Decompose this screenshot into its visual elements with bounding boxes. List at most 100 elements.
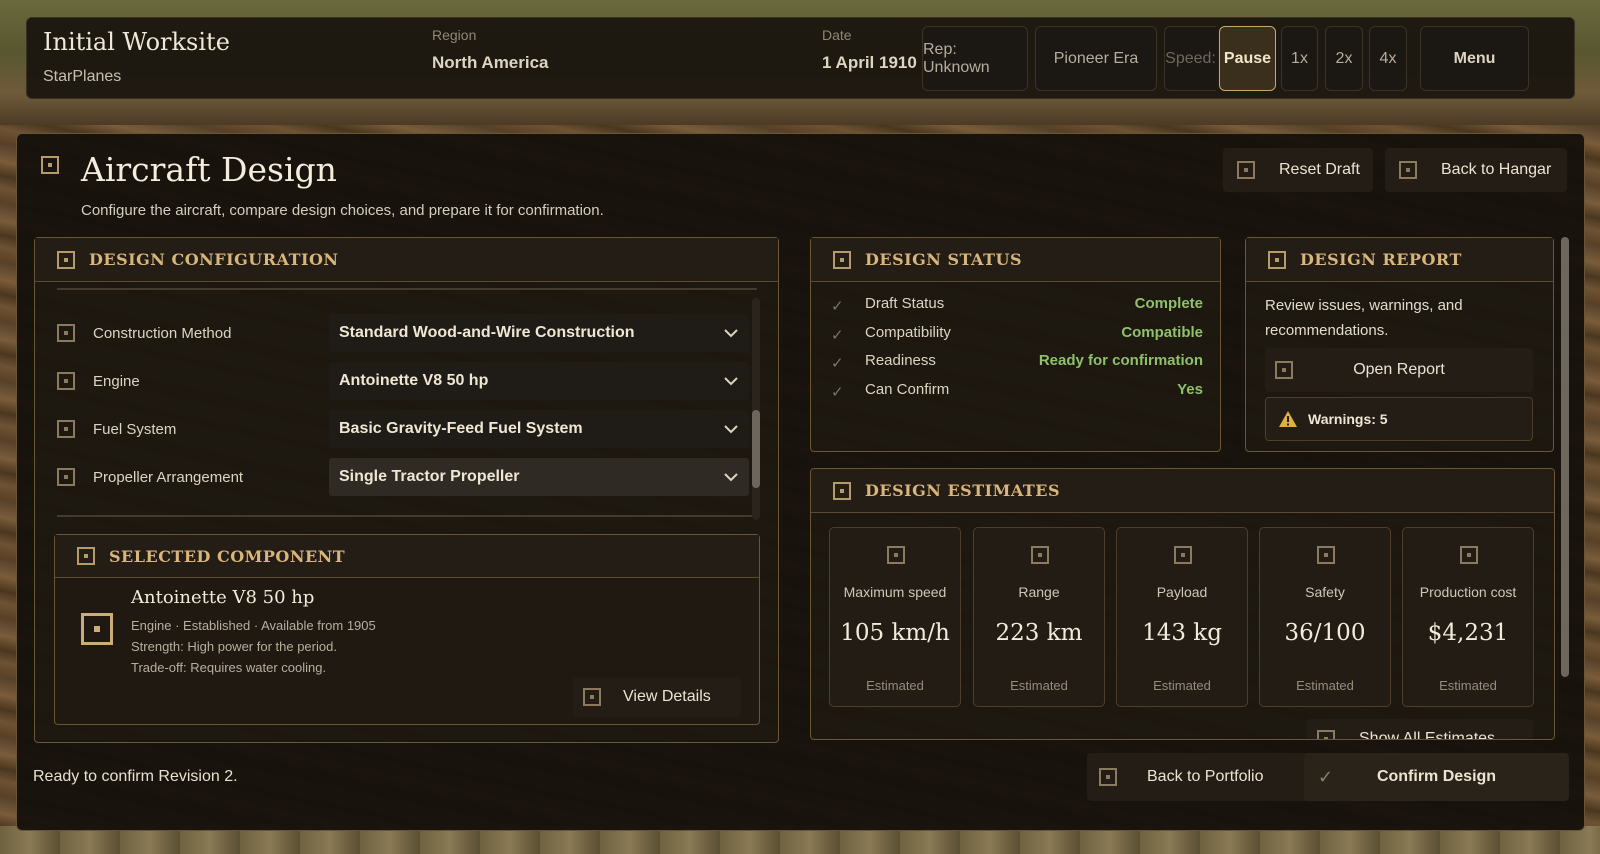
status-label: Readiness bbox=[865, 352, 936, 369]
engine-large-icon bbox=[81, 613, 113, 645]
main-scroll-thumb[interactable] bbox=[1561, 237, 1569, 677]
status-icon bbox=[833, 250, 851, 269]
design-report-panel: DESIGN REPORT Review issues, warnings, a… bbox=[1245, 237, 1554, 452]
report-title: DESIGN REPORT bbox=[1300, 250, 1462, 269]
estimate-note: Estimated bbox=[1153, 678, 1211, 693]
construction-select[interactable]: Standard Wood-and-Wire Construction bbox=[329, 314, 749, 352]
estimate-note: Estimated bbox=[1010, 678, 1068, 693]
page-subtitle: Configure the aircraft, compare design c… bbox=[81, 202, 604, 219]
status-value: Complete bbox=[1134, 295, 1203, 312]
status-row-can-confirm: ✓ Can Confirm Yes bbox=[831, 381, 1203, 405]
main-scrollbar[interactable] bbox=[1561, 237, 1569, 677]
page-title: Aircraft Design bbox=[81, 150, 337, 189]
show-all-estimates-button[interactable]: Show All Estimates bbox=[1307, 719, 1533, 739]
estimate-name: Safety bbox=[1305, 584, 1345, 600]
estimate-value: 105 km/h bbox=[840, 620, 950, 646]
chevron-down-icon bbox=[724, 329, 738, 338]
estimates-all-icon bbox=[1317, 730, 1335, 739]
confirm-design-button[interactable]: ✓ Confirm Design bbox=[1304, 753, 1569, 801]
design-configuration-panel: DESIGN CONFIGURATION Construction Method… bbox=[34, 237, 779, 743]
construction-icon bbox=[57, 324, 75, 342]
menu-button[interactable]: Menu bbox=[1420, 26, 1529, 91]
estimate-name: Range bbox=[1018, 584, 1060, 600]
open-report-button[interactable]: Open Report bbox=[1265, 348, 1533, 392]
engine-value: Antoinette V8 50 hp bbox=[339, 372, 489, 389]
reset-draft-button[interactable]: Reset Draft bbox=[1223, 148, 1373, 192]
speed-1x-button[interactable]: 1x bbox=[1281, 26, 1318, 91]
config-list: Construction Method Standard Wood-and-Wi… bbox=[35, 283, 780, 523]
estimate-value: 223 km bbox=[995, 620, 1083, 646]
component-strength: Strength: High power for the period. bbox=[131, 639, 337, 654]
region-value: North America bbox=[432, 53, 549, 72]
safety-icon bbox=[1317, 546, 1335, 564]
speed-label: Speed: bbox=[1164, 26, 1216, 91]
estimate-note: Estimated bbox=[1296, 678, 1354, 693]
component-tradeoff: Trade-off: Requires water cooling. bbox=[131, 660, 327, 675]
status-value: Compatible bbox=[1121, 324, 1203, 341]
selected-component-panel: SELECTED COMPONENT Antoinette V8 50 hp E… bbox=[54, 534, 760, 725]
estimate-value: $4,231 bbox=[1427, 620, 1509, 646]
estimate-name: Production cost bbox=[1419, 584, 1517, 600]
report-header: DESIGN REPORT bbox=[1246, 238, 1553, 282]
engine-select[interactable]: Antoinette V8 50 hp bbox=[329, 362, 749, 400]
component-name: Antoinette V8 50 hp bbox=[131, 587, 315, 608]
propeller-label: Propeller Arrangement bbox=[93, 468, 244, 486]
reset-icon bbox=[1237, 161, 1255, 179]
speed-pause-button[interactable]: Pause bbox=[1219, 26, 1276, 91]
confirm-design-label: Confirm Design bbox=[1376, 768, 1497, 785]
design-estimates-panel: DESIGN ESTIMATES Maximum speed 105 km/h … bbox=[810, 468, 1555, 740]
view-details-button[interactable]: View Details bbox=[573, 677, 741, 717]
back-to-hangar-button[interactable]: Back to Hangar bbox=[1385, 148, 1567, 192]
cost-icon bbox=[1460, 546, 1478, 564]
speed-4x-button[interactable]: 4x bbox=[1369, 26, 1407, 91]
back-to-hangar-label: Back to Hangar bbox=[1441, 161, 1552, 178]
reset-draft-label: Reset Draft bbox=[1279, 161, 1360, 178]
estimate-card-safety: Safety 36/100 Estimated bbox=[1259, 527, 1391, 707]
warning-icon bbox=[1279, 411, 1297, 427]
back-to-portfolio-label: Back to Portfolio bbox=[1147, 768, 1264, 785]
back-to-portfolio-button[interactable]: Back to Portfolio bbox=[1087, 753, 1311, 801]
view-details-label: View Details bbox=[623, 688, 711, 705]
config-row-propeller: Propeller Arrangement Single Tractor Pro… bbox=[57, 457, 757, 497]
status-value: Ready for confirmation bbox=[1038, 352, 1203, 369]
portfolio-icon bbox=[1099, 768, 1117, 786]
report-icon bbox=[1268, 250, 1286, 269]
estimate-name: Maximum speed bbox=[843, 584, 947, 600]
check-icon: ✓ bbox=[831, 384, 844, 401]
fuel-icon bbox=[57, 420, 75, 438]
era-button[interactable]: Pioneer Era bbox=[1035, 26, 1157, 91]
config-scrollbar[interactable] bbox=[752, 298, 760, 520]
propeller-select[interactable]: Single Tractor Propeller bbox=[329, 458, 749, 496]
propeller-icon bbox=[57, 468, 75, 486]
report-text: Review issues, warnings, and recommendat… bbox=[1265, 297, 1463, 339]
config-row-engine: Engine Antoinette V8 50 hp bbox=[57, 361, 757, 401]
chevron-down-icon bbox=[724, 377, 738, 386]
check-icon: ✓ bbox=[831, 298, 844, 315]
status-label: Can Confirm bbox=[865, 381, 950, 398]
warnings-label: Warnings: 5 bbox=[1308, 411, 1388, 427]
warnings-badge[interactable]: Warnings: 5 bbox=[1265, 397, 1533, 441]
aircraft-design-panel: Aircraft Design Configure the aircraft, … bbox=[16, 133, 1585, 831]
estimates-header: DESIGN ESTIMATES bbox=[811, 469, 1554, 513]
status-row-readiness: ✓ Readiness Ready for confirmation bbox=[831, 352, 1203, 376]
speed-2x-button[interactable]: 2x bbox=[1325, 26, 1363, 91]
estimate-note: Estimated bbox=[866, 678, 924, 693]
reputation-button[interactable]: Rep: Unknown bbox=[922, 26, 1028, 91]
status-label: Draft Status bbox=[865, 295, 945, 312]
status-row-draft: ✓ Draft Status Complete bbox=[831, 295, 1203, 319]
estimate-card-payload: Payload 143 kg Estimated bbox=[1116, 527, 1248, 707]
status-header: DESIGN STATUS bbox=[811, 238, 1220, 282]
selected-title: SELECTED COMPONENT bbox=[109, 546, 346, 566]
chevron-down-icon bbox=[724, 473, 738, 482]
component-meta: Engine · Established · Available from 19… bbox=[131, 618, 376, 633]
fuel-select[interactable]: Basic Gravity-Feed Fuel System bbox=[329, 410, 749, 448]
config-row-fuel: Fuel System Basic Gravity-Feed Fuel Syst… bbox=[57, 409, 757, 449]
engine-icon bbox=[57, 372, 75, 390]
estimate-card-cost: Production cost $4,231 Estimated bbox=[1402, 527, 1534, 707]
status-label: Compatibility bbox=[865, 324, 951, 341]
range-icon bbox=[1031, 546, 1049, 564]
config-scroll-thumb[interactable] bbox=[752, 410, 760, 488]
estimates-title: DESIGN ESTIMATES bbox=[865, 481, 1061, 500]
component-icon bbox=[77, 547, 95, 565]
company-name: StarPlanes bbox=[43, 68, 122, 85]
